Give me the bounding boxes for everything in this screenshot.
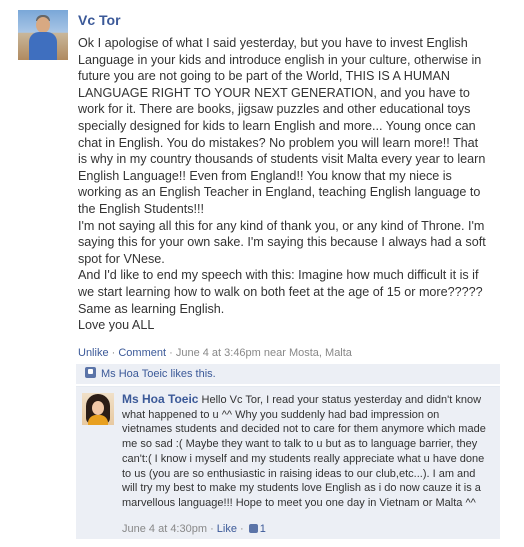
- comment-like-count[interactable]: 1: [260, 523, 266, 535]
- like-thumb-icon: [248, 524, 258, 533]
- comment-item: Ms Hoa Toeic Hello Vc Tor, I read your s…: [76, 386, 500, 539]
- comment-link[interactable]: Comment: [118, 347, 166, 359]
- comment-text: Hello Vc Tor, I read your status yesterd…: [122, 394, 486, 509]
- post-meta: Unlike · Comment · June 4 at 3:46pm near…: [78, 347, 352, 359]
- post-paragraph: I'm not saying all this for any kind of …: [78, 218, 486, 266]
- unlike-link[interactable]: Unlike: [78, 347, 109, 359]
- comment-meta: June 4 at 4:30pm · Like · 1: [122, 523, 266, 535]
- meta-separator: ·: [108, 347, 119, 359]
- comment-like-link[interactable]: Like: [217, 523, 237, 535]
- commenter-name[interactable]: Ms Hoa Toeic: [122, 392, 198, 406]
- comment-text-block: Ms Hoa Toeic Hello Vc Tor, I read your s…: [122, 392, 492, 511]
- avatar-face: [92, 401, 104, 415]
- avatar-shirt: [88, 415, 108, 425]
- commenter-avatar[interactable]: [82, 393, 114, 425]
- post-paragraph: And I'd like to end my speech with this:…: [78, 268, 483, 316]
- meta-separator: ·: [166, 347, 176, 359]
- likes-summary: Ms Hoa Toeic likes this.: [76, 364, 500, 384]
- post-author-name[interactable]: Vc Tor: [78, 12, 121, 28]
- avatar-body: [29, 32, 57, 60]
- post-timestamp-location: June 4 at 3:46pm near Mosta, Malta: [175, 347, 352, 359]
- like-thumb-icon: [85, 367, 96, 378]
- avatar-head: [36, 17, 50, 33]
- comment-timestamp: June 4 at 4:30pm: [122, 523, 208, 535]
- author-avatar[interactable]: [18, 10, 68, 60]
- likes-text[interactable]: Ms Hoa Toeic likes this.: [101, 368, 216, 380]
- post-paragraph: Ok I apologise of what I said yesterday,…: [78, 36, 486, 216]
- post-paragraph: Love you ALL: [78, 318, 155, 333]
- post-text: Ok I apologise of what I said yesterday,…: [78, 35, 486, 334]
